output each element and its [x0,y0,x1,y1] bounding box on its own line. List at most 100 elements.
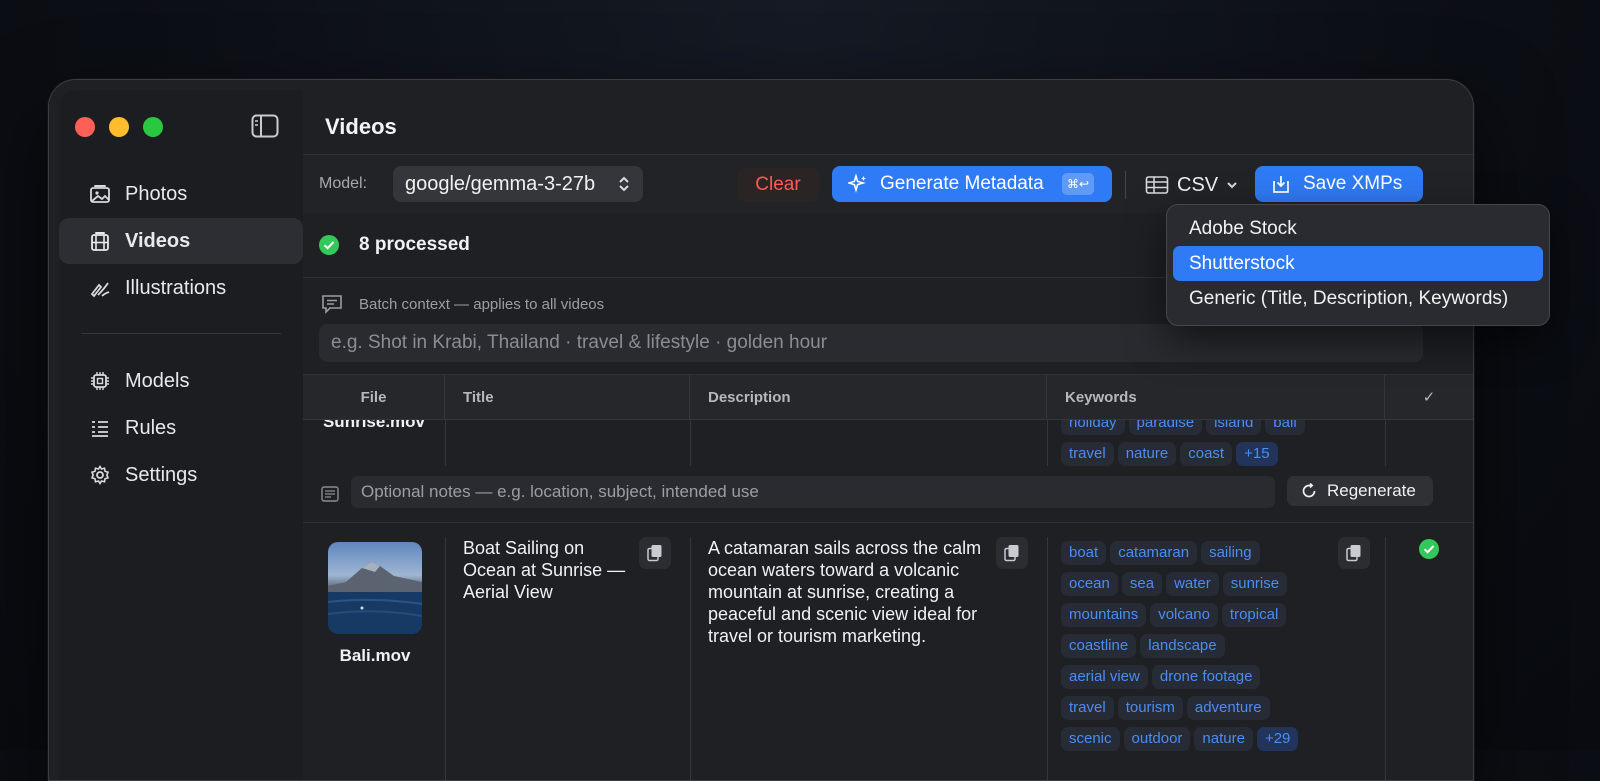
keyword-tag[interactable]: tropical [1221,603,1287,627]
keyword-tag[interactable]: island [1206,420,1262,435]
save-xmps-label: Save XMPs [1303,173,1403,194]
speech-bubble-icon [322,295,342,314]
sidebar-item-illustrations[interactable]: Illustrations [59,265,303,311]
keyboard-shortcut-badge: ⌘↩ [1062,173,1094,195]
keyword-tag[interactable]: travel [1061,696,1114,720]
table-row: Sunrise.mov holiday paradise island bali tr… [303,420,1473,466]
keyword-more-tag[interactable]: +29 [1256,727,1299,751]
column-header-keywords[interactable]: Keywords [1047,375,1385,419]
notes-bar: Optional notes — e.g. location, subject,… [303,466,1473,523]
model-label: Model: [319,175,368,192]
sidebar-item-label: Videos [125,229,191,252]
video-thumbnail[interactable] [328,542,422,634]
brush-icon [90,282,110,298]
keyword-tag[interactable]: paradise [1128,420,1203,435]
thumbnail-image [328,562,422,634]
sidebar-toggle-icon[interactable] [251,114,279,138]
keyword-tag[interactable]: scenic [1061,727,1120,751]
save-xmps-button[interactable]: Save XMPs [1255,166,1423,202]
table-header: File Title Description Keywords ✓ [303,375,1473,420]
keyword-tag[interactable]: coast [1180,442,1233,466]
keyword-tag[interactable]: holiday [1061,420,1125,435]
keyword-tag[interactable]: sailing [1201,541,1260,565]
column-header-description[interactable]: Description [690,375,1047,419]
keyword-tag[interactable]: boat [1061,541,1107,565]
generate-metadata-label: Generate Metadata [880,173,1044,194]
copy-description-button[interactable] [996,537,1028,569]
sidebar-item-label: Settings [125,463,198,486]
keyword-tag[interactable]: water [1166,572,1219,596]
keyword-tag[interactable]: landscape [1140,634,1225,658]
sidebar-item-models[interactable]: Models [59,358,303,404]
keyword-tag[interactable]: bali [1265,420,1305,435]
video-title[interactable]: Boat Sailing on Ocean at Sunrise — Aeria… [463,537,633,603]
dropdown-item-adobe-stock[interactable]: Adobe Stock [1173,211,1543,246]
keyword-tag[interactable]: mountains [1061,603,1147,627]
sidebar-item-label: Photos [125,182,188,205]
keyword-more-tag[interactable]: +15 [1236,442,1278,466]
video-description[interactable]: A catamaran sails across the calm ocean … [708,537,988,647]
keyword-tag[interactable]: tourism [1117,696,1183,720]
file-name: Bali.mov [339,646,411,665]
keyword-tag[interactable]: outdoor [1123,727,1191,751]
checkmark-circle-icon [319,235,339,255]
sidebar: Photos Videos Illustrations Models Rules [59,90,304,780]
maximize-window-button[interactable] [143,117,163,137]
generate-metadata-button[interactable]: Generate Metadata ⌘↩ [832,166,1112,202]
clear-button[interactable]: Clear [737,168,819,202]
keyword-tag[interactable]: aerial view [1061,665,1148,689]
notes-input[interactable]: Optional notes — e.g. location, subject,… [351,476,1275,508]
batch-context-input[interactable]: e.g. Shot in Krabi, Thailand · travel & … [319,324,1423,362]
sidebar-item-settings[interactable]: Settings [59,452,303,498]
table-row: Bali.mov Boat Sailing on Ocean at Sunris… [303,523,1473,780]
approved-checkmark-icon[interactable] [1419,539,1439,559]
batch-context-label: Batch context — applies to all videos [359,296,605,313]
model-select[interactable]: google/gemma-3-27b [393,166,643,202]
file-name: Sunrise.mov [322,420,426,431]
main-panel: Videos Model: google/gemma-3-27b Clear G… [303,90,1473,780]
keyword-tag[interactable]: adventure [1186,696,1270,720]
column-header-title[interactable]: Title [445,375,690,419]
sidebar-item-videos[interactable]: Videos [59,218,303,264]
column-header-approved[interactable]: ✓ [1385,375,1473,419]
sidebar-item-label: Rules [125,416,177,439]
save-download-icon [1273,176,1289,193]
close-window-button[interactable] [75,117,95,137]
page-title: Videos [325,114,397,139]
sidebar-item-photos[interactable]: Photos [59,171,303,217]
keyword-tag[interactable]: sea [1121,572,1163,596]
chevron-down-icon [1227,182,1237,189]
keyword-tag[interactable]: ocean [1061,572,1118,596]
keyword-tag[interactable]: travel [1061,442,1114,466]
model-select-value: google/gemma-3-27b [405,172,596,195]
processed-count: 8 processed [359,234,470,255]
sidebar-item-rules[interactable]: Rules [59,405,303,451]
copy-title-button[interactable] [639,537,671,569]
table-icon [1145,176,1169,194]
keyword-tag[interactable]: volcano [1150,603,1218,627]
copy-keywords-button[interactable] [1338,537,1370,569]
export-format-menu[interactable]: CSV [1145,168,1238,202]
minimize-window-button[interactable] [109,117,129,137]
regenerate-button[interactable]: Regenerate [1287,476,1433,506]
keyword-tag[interactable]: sunrise [1222,572,1288,596]
toolbar-divider [1125,171,1126,199]
app-window: Photos Videos Illustrations Models Rules [48,79,1474,781]
list-icon [92,421,108,437]
dropdown-item-shutterstock[interactable]: Shutterstock [1173,246,1543,281]
export-format-dropdown: Adobe Stock Shutterstock Generic (Title,… [1166,204,1550,326]
sidebar-item-label: Illustrations [125,276,227,299]
keyword-tag[interactable]: coastline [1061,634,1137,658]
chevron-updown-icon [619,176,629,192]
keyword-tag[interactable]: drone footage [1151,665,1261,689]
keyword-tag[interactable]: catamaran [1110,541,1198,565]
column-header-file[interactable]: File [303,375,445,419]
gear-icon [90,464,110,486]
dropdown-item-generic[interactable]: Generic (Title, Description, Keywords) [1173,281,1543,316]
keyword-tags: boat catamaran sailing ocean sea water sunris… [1061,541,1361,758]
photo-icon [90,185,110,203]
keyword-tag[interactable]: nature [1117,442,1177,466]
keyword-tags: holiday paradise island bali travel nature co… [1061,420,1371,466]
refresh-icon [1302,483,1316,498]
keyword-tag[interactable]: nature [1194,727,1253,751]
